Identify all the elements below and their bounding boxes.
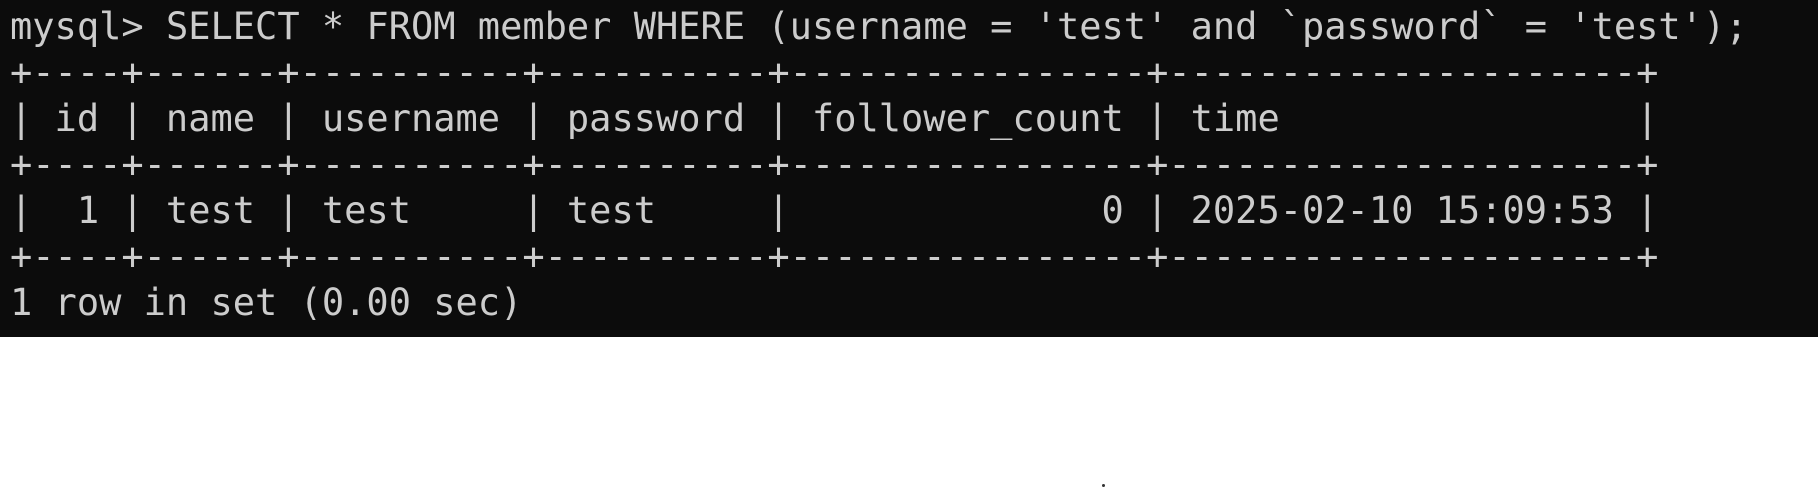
sql-command: SELECT * FROM member WHERE (username = '… [165,5,1748,48]
result-summary: 1 row in set (0.00 sec) [10,281,523,324]
table-header-row: | id | name | username | password | foll… [10,97,1659,140]
table-border-middle: +----+------+----------+----------+-----… [10,143,1659,186]
terminal-window[interactable]: mysql> SELECT * FROM member WHERE (usern… [0,0,1818,337]
mysql-prompt: mysql> [10,5,166,48]
stray-dot [1102,484,1105,487]
table-border-bottom: +----+------+----------+----------+-----… [10,235,1659,278]
table-row: | 1 | test | test | test | 0 | 2025-02-1… [10,189,1659,232]
blank-area-below-terminal [0,337,1818,490]
table-border-top: +----+------+----------+----------+-----… [10,51,1659,94]
command-line: mysql> SELECT * FROM member WHERE (usern… [10,4,1748,50]
